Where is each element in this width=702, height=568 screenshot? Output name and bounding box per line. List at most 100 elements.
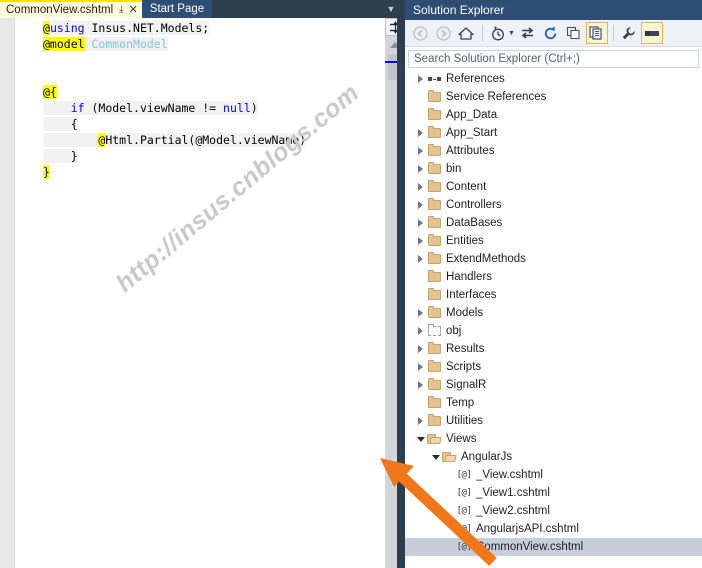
cshtml-icon: [@] xyxy=(456,488,472,498)
tree-item-label: Handlers xyxy=(446,271,493,283)
properties-icon[interactable] xyxy=(618,22,640,44)
tree-item-attributes[interactable]: Attributes xyxy=(405,142,702,160)
tree-item-temp[interactable]: Temp xyxy=(405,394,702,412)
code-token: @ xyxy=(43,21,50,35)
tree-item-label: obj xyxy=(446,325,462,337)
tree-item-label: Utilities xyxy=(446,415,484,427)
tree-item-obj[interactable]: obj xyxy=(405,322,702,340)
tree-item-label: References xyxy=(446,73,505,85)
code-text-area[interactable]: @using Insus.NET.Models; @model CommonMod… xyxy=(15,18,385,568)
pin-icon[interactable]: ⤓ xyxy=(119,5,123,15)
editor-pane: CommonView.cshtml ⤓ ✕ Start Page ▼ @using I… xyxy=(0,0,405,568)
code-line: @Html.Partial(@Model.viewName) xyxy=(15,132,385,148)
tree-item-controllers[interactable]: Controllers xyxy=(405,196,702,214)
chevron-right-icon[interactable] xyxy=(415,124,426,142)
chevron-right-icon[interactable] xyxy=(415,322,426,340)
tree-item-extendmethods[interactable]: ExtendMethods xyxy=(405,250,702,268)
chevron-right-icon[interactable] xyxy=(415,142,426,160)
folder-icon xyxy=(426,196,442,214)
chevron-right-icon[interactable] xyxy=(415,340,426,358)
folder-icon xyxy=(426,250,442,268)
tree-item-label: Views xyxy=(446,433,477,445)
tree-item--view1-cshtml[interactable]: [@] _View1.cshtml xyxy=(405,484,702,502)
tree-item-label: AngularJs xyxy=(461,451,513,463)
solution-explorer-toolbar: ▼ xyxy=(405,20,702,47)
toolbar-separator xyxy=(482,25,483,41)
code-line: { xyxy=(15,116,385,132)
folder-icon xyxy=(426,160,442,178)
code-line-text: { xyxy=(43,117,78,131)
search-solution-explorer-input[interactable]: Search Solution Explorer (Ctrl+;) xyxy=(408,50,699,68)
chevron-right-icon[interactable] xyxy=(415,70,426,88)
tree-item-commonview-cshtml[interactable]: [@] CommonView.cshtml xyxy=(405,538,702,556)
chevron-right-icon[interactable] xyxy=(415,304,426,322)
solution-explorer-tree: References Service References App_Data App_… xyxy=(405,70,702,568)
tree-item-app-data[interactable]: App_Data xyxy=(405,106,702,124)
tree-item-references[interactable]: References xyxy=(405,70,702,88)
tree-twisty-empty xyxy=(445,466,456,484)
visual-studio-window: CommonView.cshtml ⤓ ✕ Start Page ▼ @using I… xyxy=(0,0,702,568)
tree-item-interfaces[interactable]: Interfaces xyxy=(405,286,702,304)
chevron-right-icon[interactable] xyxy=(415,358,426,376)
tree-item-app-start[interactable]: App_Start xyxy=(405,124,702,142)
code-line: } xyxy=(15,164,385,180)
tree-item-databases[interactable]: DataBases xyxy=(405,214,702,232)
solution-explorer-title: Solution Explorer xyxy=(405,0,702,20)
tree-item-entities[interactable]: Entities xyxy=(405,232,702,250)
editor-tab-strip: CommonView.cshtml ⤓ ✕ Start Page xyxy=(0,0,405,18)
code-token: @model xyxy=(43,37,85,51)
tree-item-scripts[interactable]: Scripts xyxy=(405,358,702,376)
tree-item-label: ExtendMethods xyxy=(446,253,526,265)
tree-item--view2-cshtml[interactable]: [@] _View2.cshtml xyxy=(405,502,702,520)
folder-icon xyxy=(426,106,442,124)
chevron-right-icon[interactable] xyxy=(415,214,426,232)
tree-item-views[interactable]: Views xyxy=(405,430,702,448)
chevron-right-icon[interactable] xyxy=(415,160,426,178)
code-token: CommonModel xyxy=(91,37,168,51)
editor-tab-1[interactable]: Start Page xyxy=(141,0,213,18)
collapse-all-icon[interactable] xyxy=(563,22,585,44)
sync-views-icon[interactable] xyxy=(517,22,539,44)
pending-changes-icon[interactable] xyxy=(487,22,509,44)
solution-explorer-pane: Solution Explorer ▼ Search Solution Expl… xyxy=(405,0,702,568)
chevron-down-icon[interactable] xyxy=(430,448,441,466)
code-token: } xyxy=(43,165,50,179)
preview-selected-icon[interactable] xyxy=(640,22,663,44)
tree-item-signalr[interactable]: SignalR xyxy=(405,376,702,394)
folder-icon xyxy=(426,88,442,106)
chevron-right-icon[interactable] xyxy=(415,376,426,394)
editor-tab-0[interactable]: CommonView.cshtml ⤓ ✕ xyxy=(0,0,142,18)
chevron-right-icon[interactable] xyxy=(415,412,426,430)
tree-item-content[interactable]: Content xyxy=(405,178,702,196)
code-token: Insus.NET.Models; xyxy=(84,21,210,35)
tree-item-label: _View2.cshtml xyxy=(476,505,550,517)
code-line: @{ xyxy=(15,84,385,100)
tree-item-angularjsapi-cshtml[interactable]: [@] AngularjsAPI.cshtml xyxy=(405,520,702,538)
tree-item-angularjs[interactable]: AngularJs xyxy=(405,448,702,466)
tree-item-bin[interactable]: bin xyxy=(405,160,702,178)
pane-splitter[interactable] xyxy=(397,0,405,568)
show-all-files-icon[interactable] xyxy=(585,22,608,44)
chevron-right-icon[interactable] xyxy=(415,250,426,268)
tree-item-label: _View.cshtml xyxy=(476,469,543,481)
chevron-right-icon[interactable] xyxy=(415,178,426,196)
chevron-right-icon[interactable] xyxy=(415,196,426,214)
refresh-icon[interactable] xyxy=(540,22,562,44)
back-icon xyxy=(409,22,431,44)
folder-icon xyxy=(426,358,442,376)
tree-item--view-cshtml[interactable]: [@] _View.cshtml xyxy=(405,466,702,484)
chevron-down-icon[interactable] xyxy=(415,430,426,448)
home-icon[interactable] xyxy=(455,22,477,44)
tree-item-handlers[interactable]: Handlers xyxy=(405,268,702,286)
dropdown-caret-icon[interactable]: ▼ xyxy=(508,30,515,37)
tree-item-service-references[interactable]: Service References xyxy=(405,88,702,106)
folder-icon xyxy=(426,124,442,142)
close-icon[interactable]: ✕ xyxy=(129,4,138,15)
tree-item-results[interactable]: Results xyxy=(405,340,702,358)
tree-item-utilities[interactable]: Utilities xyxy=(405,412,702,430)
folder-icon xyxy=(426,268,442,286)
chevron-right-icon[interactable] xyxy=(415,232,426,250)
tree-item-models[interactable]: Models xyxy=(405,304,702,322)
code-token: null xyxy=(223,101,251,115)
folder-icon xyxy=(426,340,442,358)
